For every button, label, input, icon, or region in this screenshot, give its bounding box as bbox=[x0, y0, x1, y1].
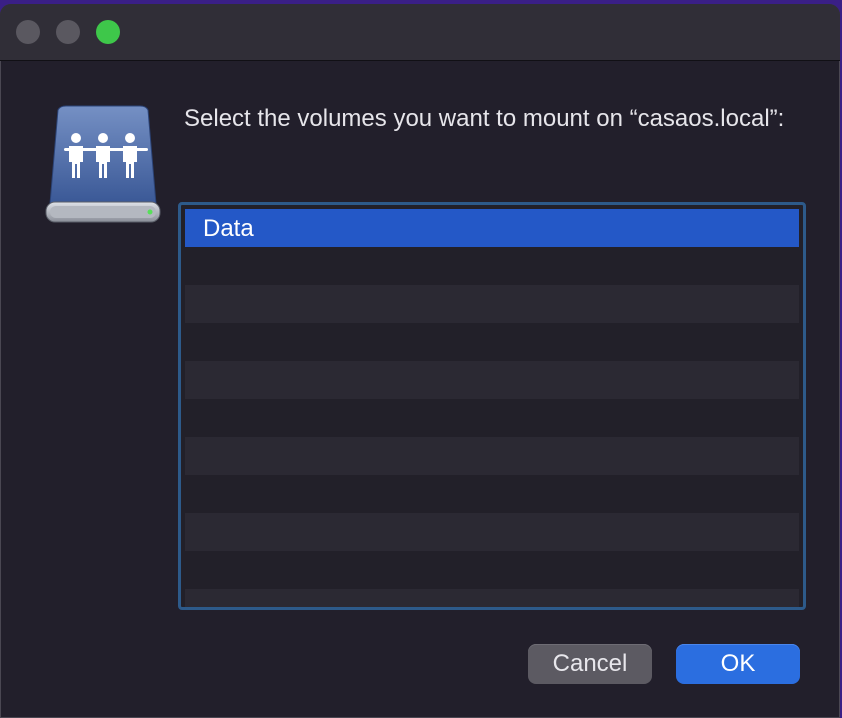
empty-row bbox=[185, 399, 799, 437]
cancel-button[interactable]: Cancel bbox=[528, 644, 652, 684]
volume-list[interactable]: Data bbox=[178, 202, 806, 610]
minimize-window-button[interactable] bbox=[56, 20, 80, 44]
volume-item[interactable]: Data bbox=[185, 209, 799, 247]
empty-row bbox=[185, 247, 799, 285]
empty-row bbox=[185, 551, 799, 589]
title-bar bbox=[0, 4, 840, 61]
dialog-prompt: Select the volumes you want to mount on … bbox=[184, 105, 785, 132]
mount-volumes-dialog: Select the volumes you want to mount on … bbox=[0, 4, 840, 718]
empty-row bbox=[185, 437, 799, 475]
volume-label: Data bbox=[203, 215, 254, 242]
network-server-icon bbox=[44, 104, 162, 226]
empty-row bbox=[185, 513, 799, 551]
empty-row bbox=[185, 323, 799, 361]
empty-row bbox=[185, 285, 799, 323]
ok-button[interactable]: OK bbox=[676, 644, 800, 684]
empty-row bbox=[185, 475, 799, 513]
empty-row bbox=[185, 589, 799, 607]
empty-row bbox=[185, 361, 799, 399]
close-window-button[interactable] bbox=[16, 20, 40, 44]
zoom-window-button[interactable] bbox=[96, 20, 120, 44]
